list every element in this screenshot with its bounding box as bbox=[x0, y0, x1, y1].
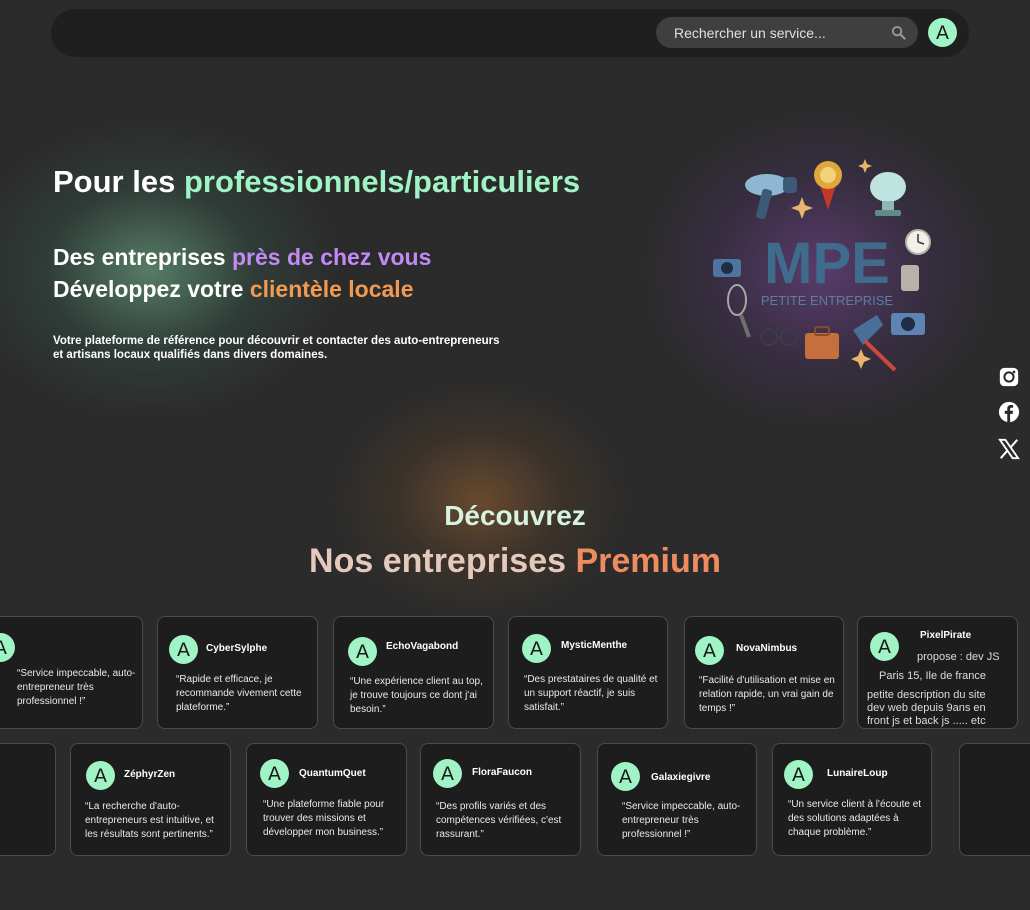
card-avatar: A bbox=[0, 633, 15, 662]
hero-title: Pour les professionnels/particuliers bbox=[53, 164, 580, 200]
card-name: EchoVagabond bbox=[386, 641, 459, 652]
search-input[interactable] bbox=[656, 17, 886, 48]
card-description-line: dev web depuis 9ans en bbox=[867, 702, 986, 714]
company-card[interactable]: A PixelPirate propose : dev JS Paris 15,… bbox=[857, 616, 1018, 729]
search-bar[interactable] bbox=[656, 17, 918, 48]
trophy-icon bbox=[870, 172, 906, 216]
company-card[interactable]: A “Service impeccable, auto-entrepreneur… bbox=[0, 616, 143, 729]
card-name: ZéphyrZen bbox=[124, 769, 176, 780]
card-quote: “Service impeccable, auto-entrepreneur t… bbox=[622, 801, 741, 840]
card-quote: “Une expérience client au top, je trouve… bbox=[350, 676, 483, 715]
mpe-logo: MPE PETITE ENTREPRISE bbox=[713, 159, 931, 372]
hero-line-1: Des entreprises près de chez vous bbox=[53, 244, 431, 271]
instagram-icon[interactable] bbox=[998, 366, 1020, 388]
hero-description-line-1: Votre plateforme de référence pour décou… bbox=[53, 335, 500, 347]
card-name: MysticMenthe bbox=[561, 640, 628, 651]
hero-line-1-highlight: près de chez vous bbox=[231, 244, 432, 270]
hero-title-highlight: professionnels/particuliers bbox=[183, 164, 581, 199]
card-avatar: A bbox=[611, 762, 640, 791]
card-name: CyberSylphe bbox=[206, 643, 268, 654]
company-card[interactable] bbox=[0, 743, 56, 856]
company-card[interactable]: A Galaxiegivre “Service impeccable, auto… bbox=[597, 743, 757, 856]
card-description-line: front js et back js ..... etc bbox=[867, 715, 986, 727]
search-icon[interactable] bbox=[891, 25, 906, 40]
card-avatar: A bbox=[784, 760, 813, 789]
premium-subtitle-highlight: Premium bbox=[575, 542, 721, 580]
facebook-icon[interactable] bbox=[998, 401, 1020, 423]
card-quote: “Des profils variés et des compétences v… bbox=[436, 801, 562, 840]
card-quote: “Des prestataires de qualité et un suppo… bbox=[524, 674, 658, 713]
hero-description: Votre plateforme de référence pour décou… bbox=[53, 334, 553, 362]
card-name: FloraFaucon bbox=[472, 767, 533, 778]
user-avatar[interactable]: A bbox=[928, 18, 957, 47]
company-card[interactable]: A LunaireLoup “Un service client à l'éco… bbox=[772, 743, 932, 856]
card-quote: “La recherche d'auto-entrepreneurs est i… bbox=[85, 801, 214, 840]
card-avatar: A bbox=[433, 759, 462, 788]
company-card[interactable]: A MysticMenthe “Des prestataires de qual… bbox=[508, 616, 668, 729]
company-card[interactable]: A QuantumQuet “Une plateforme fiable pou… bbox=[246, 743, 407, 856]
card-avatar: A bbox=[348, 637, 377, 666]
hero-title-prefix: Pour les bbox=[53, 164, 184, 199]
company-card[interactable]: A ZéphyrZen “La recherche d'auto-entrepr… bbox=[70, 743, 231, 856]
hero-description-line-2: et artisans locaux qualifiés dans divers… bbox=[53, 349, 328, 361]
card-name: Galaxiegivre bbox=[651, 772, 711, 783]
card-quote: “Service impeccable, auto-entrepreneur t… bbox=[17, 668, 136, 707]
hero-line-2-highlight: clientèle locale bbox=[249, 276, 414, 302]
card-avatar: A bbox=[86, 761, 115, 790]
hero-line-2: Développez votre clientèle locale bbox=[53, 276, 413, 303]
hero-line-2-prefix: Développez votre bbox=[53, 276, 250, 302]
company-card[interactable] bbox=[959, 743, 1030, 856]
card-name: NovaNimbus bbox=[736, 643, 798, 654]
card-avatar: A bbox=[260, 759, 289, 788]
logo-text: MPE bbox=[764, 231, 890, 296]
card-quote: “Une plateforme fiable pour trouver des … bbox=[263, 799, 385, 838]
whisk-icon bbox=[727, 284, 751, 338]
glasses-icon bbox=[760, 328, 798, 346]
card-service: propose : dev JS bbox=[917, 651, 1000, 663]
card-avatar: A bbox=[870, 632, 899, 661]
premium-subtitle: Nos entreprises Premium bbox=[0, 542, 1030, 581]
card-name: LunaireLoup bbox=[827, 768, 888, 779]
logo-subtext: PETITE ENTREPRISE bbox=[761, 293, 894, 308]
card-name: PixelPirate bbox=[920, 630, 972, 641]
x-icon[interactable] bbox=[998, 438, 1020, 460]
card-quote: “Rapide et efficace, je recommande vivem… bbox=[176, 674, 302, 713]
grater-icon bbox=[901, 265, 919, 291]
card-avatar: A bbox=[522, 634, 551, 663]
briefcase-icon bbox=[805, 326, 839, 359]
card-quote: “Facilité d'utilisation et mise en relat… bbox=[699, 675, 835, 714]
hair-dryer-icon bbox=[745, 174, 797, 220]
discover-title: Découvrez bbox=[444, 500, 586, 531]
card-avatar: A bbox=[695, 636, 724, 665]
premium-subtitle-prefix: Nos entreprises bbox=[309, 542, 576, 580]
card-description-line: petite description du site bbox=[867, 689, 986, 701]
card-avatar: A bbox=[169, 635, 198, 664]
company-card[interactable]: A CyberSylphe “Rapide et efficace, je re… bbox=[157, 616, 318, 729]
card-quote: “Un service client à l'écoute et des sol… bbox=[788, 799, 922, 838]
company-card[interactable]: A FloraFaucon “Des profils variés et des… bbox=[420, 743, 581, 856]
hero-line-1-prefix: Des entreprises bbox=[53, 244, 232, 270]
card-location: Paris 15, Ile de france bbox=[879, 670, 987, 682]
top-navbar: A bbox=[51, 9, 969, 57]
clock-icon bbox=[905, 229, 931, 255]
company-card[interactable]: A NovaNimbus “Facilité d'utilisation et … bbox=[684, 616, 844, 729]
company-card[interactable]: A EchoVagabond “Une expérience client au… bbox=[333, 616, 494, 729]
card-name: QuantumQuet bbox=[299, 768, 366, 779]
medal-icon bbox=[814, 161, 842, 210]
